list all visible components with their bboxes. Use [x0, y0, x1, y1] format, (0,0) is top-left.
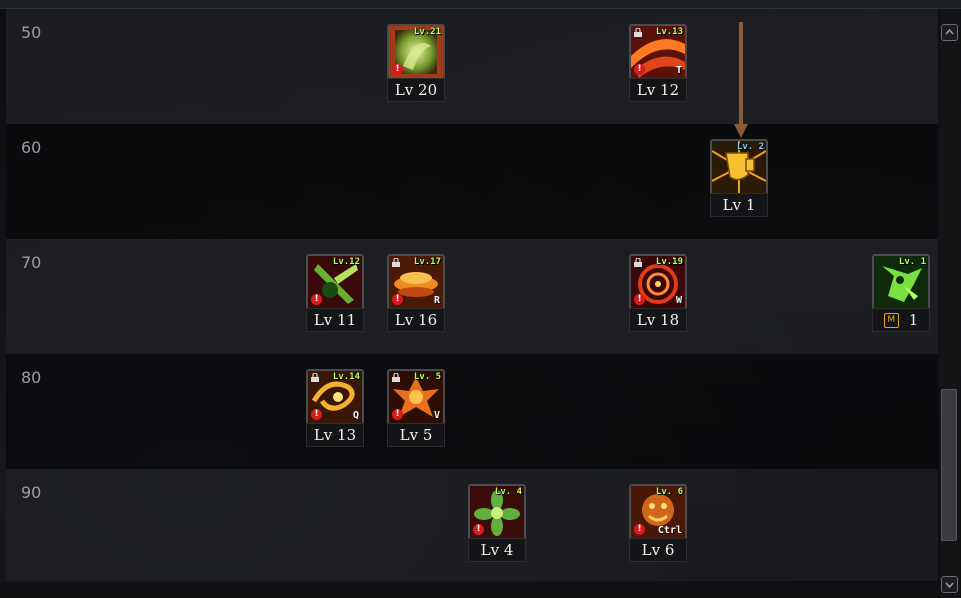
skill-slot[interactable]: Lv.13 ! T Lv 12 — [629, 24, 687, 105]
skill-level-label: Lv 11 — [306, 308, 364, 332]
skill-slot[interactable]: Lv.17 ! R Lv 16 — [387, 254, 445, 335]
skill-level-tag: Lv. 5 — [413, 372, 441, 382]
green-flower-icon[interactable]: Lv. 4 ! — [468, 484, 526, 540]
level-row-60: 60 — [6, 124, 938, 239]
level-label: 50 — [21, 23, 42, 42]
scroll-up-button[interactable] — [941, 24, 958, 41]
panel-bottom-border — [0, 583, 940, 598]
skill-slot[interactable]: Lv. 5 ! V Lv 5 — [387, 369, 445, 450]
green-beast-icon[interactable]: Lv. 1 — [872, 254, 930, 310]
skill-slot[interactable]: Lv.14 ! Q Lv 13 — [306, 369, 364, 450]
skill-level-label: Lv 20 — [387, 78, 445, 102]
level-row-70: 70 — [6, 239, 938, 354]
level-row-50: 50 — [6, 9, 938, 124]
warning-icon: ! — [392, 409, 403, 420]
skill-level-tag: Lv. 1 — [898, 257, 926, 267]
skill-slot[interactable]: Lv.21 ! Lv 20 — [387, 24, 445, 105]
warning-icon: ! — [311, 409, 322, 420]
skill-slot[interactable]: Lv.12 ! Lv 11 — [306, 254, 364, 335]
lock-icon — [311, 373, 319, 382]
skill-level-tag: Lv.13 — [655, 27, 683, 37]
green-blade-icon[interactable]: Lv.12 ! — [306, 254, 364, 310]
level-label: 90 — [21, 483, 42, 502]
warning-icon: ! — [392, 294, 403, 305]
skill-level-label: Lv 12 — [629, 78, 687, 102]
skill-level-label: Lv 18 — [629, 308, 687, 332]
orange-roar-icon[interactable]: Lv. 6 ! Ctrl — [629, 484, 687, 540]
mastery-level-label: M 1 — [872, 308, 930, 332]
scroll-down-button[interactable] — [941, 576, 958, 593]
scrollbar-thumb[interactable] — [941, 389, 957, 541]
warning-icon: ! — [634, 294, 645, 305]
hotkey-label: T — [675, 65, 682, 76]
chevron-down-icon — [945, 582, 954, 589]
skill-level-tag: Lv.14 — [332, 372, 360, 382]
level-label: 80 — [21, 368, 42, 387]
red-spiral-icon[interactable]: Lv.19 ! W — [629, 254, 687, 310]
mastery-level-value: 1 — [908, 311, 919, 329]
level-label: 70 — [21, 253, 42, 272]
skill-level-label: Lv 4 — [468, 538, 526, 562]
golden-shield-icon[interactable]: Lv. 2 — [710, 139, 768, 195]
lock-icon — [392, 258, 400, 267]
level-row-80: 80 — [6, 354, 938, 469]
skill-level-tag: Lv.21 — [413, 27, 441, 37]
lock-icon — [392, 373, 400, 382]
skill-level-label: Lv 5 — [387, 423, 445, 447]
hotkey-label: Q — [352, 410, 359, 421]
skill-slot[interactable]: Lv.19 ! W Lv 18 — [629, 254, 687, 335]
skill-level-tag: Lv.12 — [332, 257, 360, 267]
warning-icon: ! — [634, 64, 645, 75]
skill-tree-panel: 50 60 70 80 90 Lv.21 ! Lv 20 Lv.13 ! T L… — [0, 0, 961, 598]
green-vortex-icon[interactable]: Lv.21 ! — [387, 24, 445, 80]
hotkey-label: Ctrl — [657, 525, 682, 536]
skill-level-tag: Lv. 4 — [494, 487, 522, 497]
panel-top-border — [0, 0, 961, 9]
skill-level-tag: Lv.17 — [413, 257, 441, 267]
chevron-up-icon — [945, 28, 954, 35]
level-label: 60 — [21, 138, 42, 157]
skill-level-label: Lv 13 — [306, 423, 364, 447]
lock-icon — [634, 28, 642, 37]
orange-swirl-icon[interactable]: Lv.14 ! Q — [306, 369, 364, 425]
hotkey-label: V — [433, 410, 440, 421]
orange-burst-icon[interactable]: Lv. 5 ! V — [387, 369, 445, 425]
skill-slot[interactable]: Lv. 6 ! Ctrl Lv 6 — [629, 484, 687, 565]
skill-level-tag: Lv. 2 — [736, 142, 764, 152]
warning-icon: ! — [311, 294, 322, 305]
warning-icon: ! — [473, 524, 484, 535]
skill-slot[interactable]: Lv. 2 Lv 1 — [710, 139, 768, 220]
warning-icon: ! — [634, 524, 645, 535]
skill-level-label: Lv 1 — [710, 193, 768, 217]
skill-level-label: Lv 16 — [387, 308, 445, 332]
red-slash-icon[interactable]: Lv.13 ! T — [629, 24, 687, 80]
lock-icon — [634, 258, 642, 267]
warning-icon: ! — [392, 64, 403, 75]
skill-level-label: Lv 6 — [629, 538, 687, 562]
skill-slot[interactable]: Lv. 4 ! Lv 4 — [468, 484, 526, 565]
hotkey-label: W — [675, 295, 682, 306]
hotkey-label: R — [433, 295, 440, 306]
prerequisite-arrow — [734, 22, 748, 138]
skill-level-tag: Lv.19 — [655, 257, 683, 267]
orange-wave-icon[interactable]: Lv.17 ! R — [387, 254, 445, 310]
skill-slot[interactable]: Lv. 1 M 1 — [872, 254, 930, 335]
skill-level-tag: Lv. 6 — [655, 487, 683, 497]
mastery-icon: M — [883, 312, 899, 328]
